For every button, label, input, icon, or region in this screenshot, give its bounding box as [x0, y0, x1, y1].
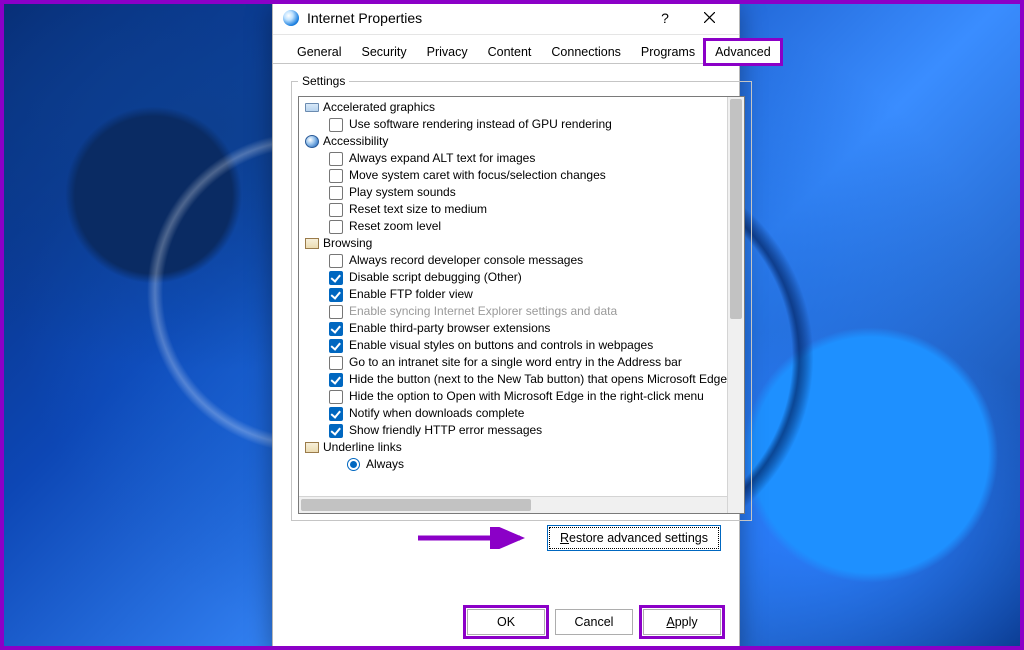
category-label: Underline links [323, 439, 402, 456]
setting-label: Show friendly HTTP error messages [349, 422, 542, 439]
setting-label: Reset zoom level [349, 218, 441, 235]
setting-item[interactable]: Use software rendering instead of GPU re… [301, 116, 727, 133]
setting-label: Use software rendering instead of GPU re… [349, 116, 612, 133]
tab-security[interactable]: Security [351, 40, 416, 64]
category-label: Browsing [323, 235, 372, 252]
setting-item[interactable]: Show friendly HTTP error messages [301, 422, 727, 439]
tab-advanced[interactable]: Advanced [705, 40, 781, 64]
setting-item[interactable]: Always expand ALT text for images [301, 150, 727, 167]
checkbox-icon [329, 322, 343, 336]
vertical-scrollbar[interactable] [727, 97, 744, 513]
setting-label: Reset text size to medium [349, 201, 487, 218]
titlebar[interactable]: Internet Properties ? [273, 1, 739, 35]
setting-item[interactable]: Hide the button (next to the New Tab but… [301, 371, 727, 388]
tab-general[interactable]: General [287, 40, 351, 64]
settings-category: Accessibility [301, 133, 727, 150]
settings-legend: Settings [298, 74, 349, 88]
settings-category: Browsing [301, 235, 727, 252]
cancel-button[interactable]: Cancel [555, 609, 633, 635]
setting-label: Enable visual styles on buttons and cont… [349, 337, 653, 354]
monitor-icon [305, 103, 319, 112]
checkbox-icon [329, 356, 343, 370]
setting-label: Play system sounds [349, 184, 456, 201]
setting-label: Hide the option to Open with Microsoft E… [349, 388, 704, 405]
access-icon [305, 135, 319, 148]
close-button[interactable] [687, 3, 731, 33]
horizontal-scrollbar[interactable] [299, 496, 727, 513]
scroll-icon [305, 442, 319, 453]
tab-privacy[interactable]: Privacy [417, 40, 478, 64]
setting-label: Always [366, 456, 404, 473]
settings-group: Settings Accelerated graphicsUse softwar… [291, 74, 752, 521]
setting-item[interactable]: Reset zoom level [301, 218, 727, 235]
setting-item[interactable]: Go to an intranet site for a single word… [301, 354, 727, 371]
apply-button[interactable]: Apply [643, 609, 721, 635]
setting-item[interactable]: Move system caret with focus/selection c… [301, 167, 727, 184]
horizontal-scroll-thumb[interactable] [301, 499, 531, 511]
setting-item[interactable]: Play system sounds [301, 184, 727, 201]
category-label: Accessibility [323, 133, 388, 150]
app-icon [283, 10, 299, 26]
settings-category: Accelerated graphics [301, 99, 727, 116]
setting-label: Hide the button (next to the New Tab but… [349, 371, 727, 388]
dialog-footer: OK Cancel Apply [273, 599, 739, 649]
checkbox-icon [329, 424, 343, 438]
checkbox-icon [329, 305, 343, 319]
category-label: Accelerated graphics [323, 99, 435, 116]
tab-programs[interactable]: Programs [631, 40, 705, 64]
checkbox-icon [329, 339, 343, 353]
settings-category: Underline links [301, 439, 727, 456]
checkbox-icon [329, 373, 343, 387]
checkbox-icon [329, 169, 343, 183]
setting-item[interactable]: Enable third-party browser extensions [301, 320, 727, 337]
checkbox-icon [329, 254, 343, 268]
setting-label: Disable script debugging (Other) [349, 269, 522, 286]
checkbox-icon [329, 271, 343, 285]
checkbox-icon [329, 407, 343, 421]
setting-item[interactable]: Always record developer console messages [301, 252, 727, 269]
window-title: Internet Properties [307, 10, 422, 26]
setting-label: Enable FTP folder view [349, 286, 473, 303]
setting-item[interactable]: Enable FTP folder view [301, 286, 727, 303]
vertical-scroll-thumb[interactable] [730, 99, 742, 319]
scroll-icon [305, 238, 319, 249]
setting-label: Notify when downloads complete [349, 405, 524, 422]
checkbox-icon [329, 186, 343, 200]
checkbox-icon [329, 288, 343, 302]
setting-item[interactable]: Reset text size to medium [301, 201, 727, 218]
checkbox-icon [329, 220, 343, 234]
setting-item[interactable]: Enable visual styles on buttons and cont… [301, 337, 727, 354]
checkbox-icon [329, 118, 343, 132]
setting-item[interactable]: Notify when downloads complete [301, 405, 727, 422]
setting-label: Always expand ALT text for images [349, 150, 535, 167]
setting-label: Go to an intranet site for a single word… [349, 354, 682, 371]
restore-advanced-settings-button[interactable]: Restore advanced settings [547, 525, 721, 551]
setting-label: Move system caret with focus/selection c… [349, 167, 606, 184]
tab-content[interactable]: Content [478, 40, 542, 64]
setting-label: Enable third-party browser extensions [349, 320, 550, 337]
checkbox-icon [329, 203, 343, 217]
setting-item[interactable]: Hide the option to Open with Microsoft E… [301, 388, 727, 405]
setting-item: Enable syncing Internet Explorer setting… [301, 303, 727, 320]
radio-icon [347, 458, 360, 471]
setting-item[interactable]: Always [301, 456, 727, 473]
setting-item[interactable]: Disable script debugging (Other) [301, 269, 727, 286]
tab-connections[interactable]: Connections [541, 40, 631, 64]
help-button[interactable]: ? [643, 3, 687, 33]
close-icon [704, 12, 715, 23]
setting-label: Always record developer console messages [349, 252, 583, 269]
checkbox-icon [329, 152, 343, 166]
annotation-arrow-icon [416, 527, 526, 549]
checkbox-icon [329, 390, 343, 404]
settings-tree[interactable]: Accelerated graphicsUse software renderi… [298, 96, 745, 514]
setting-label: Enable syncing Internet Explorer setting… [349, 303, 617, 320]
ok-button[interactable]: OK [467, 609, 545, 635]
tab-strip: General Security Privacy Content Connect… [273, 35, 739, 64]
internet-properties-dialog: Internet Properties ? General Security P… [272, 0, 740, 650]
